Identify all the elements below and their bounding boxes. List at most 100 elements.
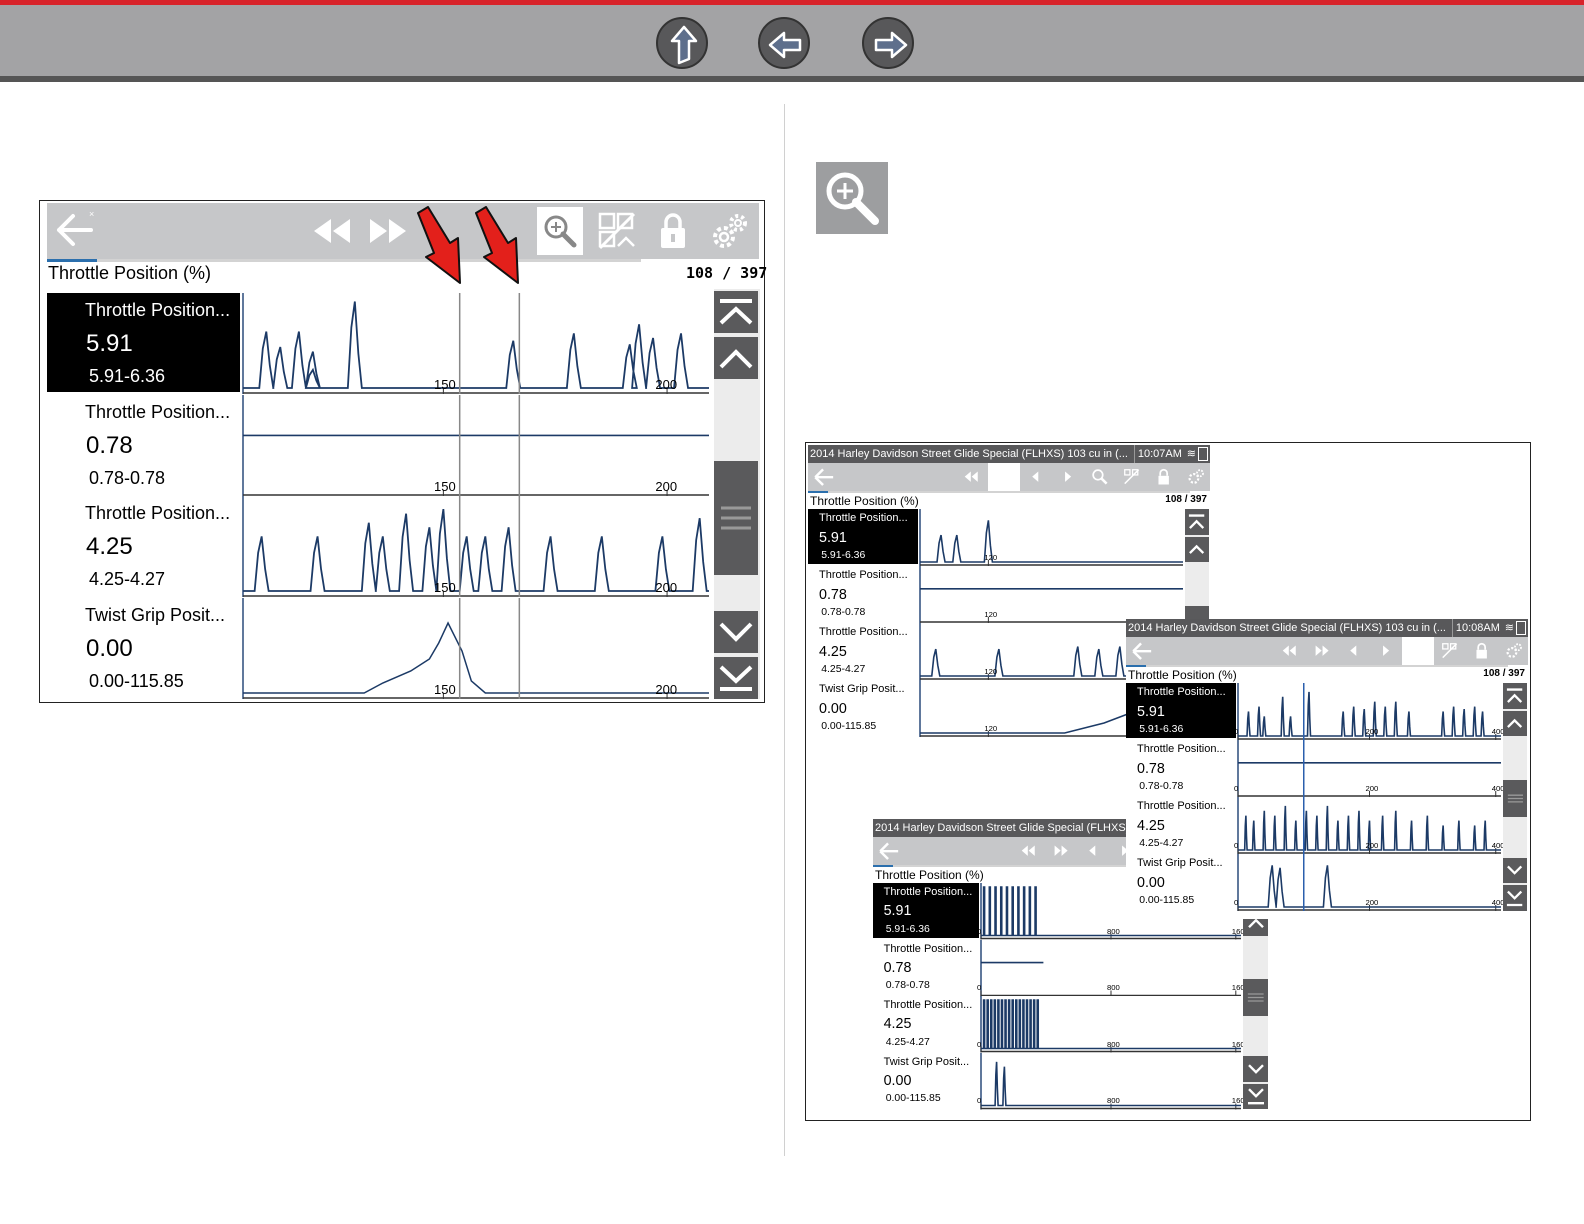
scroll-top-button[interactable]	[1503, 683, 1527, 709]
back-button[interactable]	[875, 837, 903, 865]
channel-row[interactable]: Throttle Position... 0.78 0.78-0.78 0 800 160	[873, 939, 1245, 996]
graph-scale-button[interactable]	[1116, 463, 1148, 491]
channel-trace: 0 800 160	[977, 1052, 1245, 1109]
trace-graph	[242, 496, 709, 597]
scroll-up-button[interactable]	[1185, 536, 1209, 563]
channel-row[interactable]: Twist Grip Posit... 0.00 0.00-115.85 0 200 40…	[1126, 854, 1505, 911]
graph-scale-button[interactable]	[1434, 637, 1466, 665]
fast-forward-button[interactable]	[365, 209, 411, 253]
channel-label: Throttle Position... 0.78 0.78-0.78	[808, 566, 918, 621]
fast-forward-button[interactable]	[1045, 837, 1077, 865]
channel-trace: 0 800 160	[977, 939, 1245, 996]
axis-tick-label: 0	[1234, 898, 1239, 907]
fast-forward-button[interactable]	[988, 463, 1020, 491]
scroll-up-button[interactable]	[1503, 710, 1527, 737]
channel-label: Throttle Position... 0.78 0.78-0.78	[47, 394, 240, 494]
settings-gears-icon	[713, 214, 747, 248]
fast-forward-button[interactable]	[1306, 637, 1338, 665]
rewind-button[interactable]	[309, 209, 355, 253]
header-title: Throttle Position (%)	[810, 494, 919, 508]
scroll-top-button[interactable]	[714, 291, 758, 333]
channel-label: Twist Grip Posit... 0.00 0.00-115.85	[808, 680, 918, 735]
back-button[interactable]	[1128, 637, 1156, 665]
scroll-down-button[interactable]	[1243, 1056, 1268, 1082]
rewind-icon	[314, 219, 350, 243]
toolbar	[808, 463, 1210, 491]
channel-row[interactable]: Throttle Position... 0.78 0.78-0.78 0 200 400	[1126, 740, 1505, 797]
channel-row[interactable]: Throttle Position... 0.78 0.78-0.78 120	[808, 566, 1185, 623]
zoom-button[interactable]	[537, 207, 583, 255]
step-forward-button[interactable]	[1370, 637, 1402, 665]
zoom-icon	[1092, 469, 1108, 485]
axis-tick-label: 200	[655, 580, 678, 595]
back-arrow-button[interactable]	[758, 17, 810, 69]
lock-button[interactable]	[653, 207, 693, 255]
channel-range: 0.78-0.78	[89, 467, 166, 488]
rewind-button[interactable]	[1274, 637, 1306, 665]
axis-tick-label: 0	[1234, 784, 1239, 793]
scroll-down-button[interactable]	[1503, 857, 1527, 884]
scroll-bottom-button[interactable]	[714, 657, 758, 699]
axis-tick-label: 800	[1107, 1039, 1120, 1049]
step-back-button[interactable]	[1077, 837, 1109, 865]
channel-row[interactable]: Throttle Position... 5.91 5.91-6.36 150 200	[47, 293, 712, 394]
channel-row[interactable]: Throttle Position... 5.91 5.91-6.36 120	[808, 509, 1185, 566]
step-back-button[interactable]	[1020, 463, 1052, 491]
lock-button[interactable]	[1148, 463, 1180, 491]
settings-gears-icon	[1188, 469, 1205, 485]
channel-name: Twist Grip Posit...	[85, 604, 226, 625]
channel-name: Twist Grip Posit...	[819, 683, 905, 696]
step-forward-button[interactable]	[1052, 463, 1084, 491]
grip-lines-icon	[721, 506, 751, 530]
scroll-column	[714, 289, 760, 699]
channel-row[interactable]: Twist Grip Posit... 0.00 0.00-115.85 150 200	[47, 597, 712, 699]
channel-row[interactable]: Throttle Position... 4.25 4.25-4.27 0 800 160	[873, 996, 1245, 1053]
channel-label: Throttle Position... 4.25 4.25-4.27	[808, 623, 918, 678]
settings-button[interactable]	[707, 207, 753, 255]
scroll-bottom-button[interactable]	[1243, 1083, 1268, 1109]
back-button[interactable]	[810, 463, 838, 491]
chevron-up-icon	[719, 349, 753, 369]
graph-scale-button[interactable]	[595, 207, 639, 255]
rewind-button[interactable]	[1013, 837, 1045, 865]
channel-name: Throttle Position...	[819, 626, 908, 639]
axis-tick-label: 800	[1107, 983, 1120, 992]
lock-button[interactable]	[1466, 637, 1498, 665]
main-screenshot: × Throttle Position (%) 108 / 397 Thrott…	[39, 200, 767, 703]
scroll-up-button[interactable]	[714, 337, 758, 379]
channel-label: Throttle Position... 4.25 4.25-4.27	[1126, 797, 1236, 852]
left-arrow-icon	[768, 31, 802, 59]
scroll-top-button[interactable]	[1185, 509, 1209, 535]
forward-arrow-button[interactable]	[862, 17, 914, 69]
channel-range: 4.25-4.27	[89, 569, 166, 589]
settings-gears-button[interactable]	[1498, 637, 1528, 665]
settings-gears-button[interactable]	[1180, 463, 1210, 491]
channel-row[interactable]: Twist Grip Posit... 0.00 0.00-115.85 0 800 16…	[873, 1052, 1245, 1109]
channel-row[interactable]: Throttle Position... 4.25 4.25-4.27 0 200 400	[1126, 797, 1505, 854]
channel-row[interactable]: Throttle Position... 4.25 4.25-4.27 150 200	[47, 496, 712, 597]
chevron-down-icon	[1247, 1064, 1264, 1074]
channel-range: 5.91-6.36	[89, 366, 166, 386]
channel-row[interactable]: Throttle Position... 0.78 0.78-0.78 150 200	[47, 394, 712, 496]
back-button[interactable]: ×	[51, 205, 101, 255]
channel-range: 4.25-4.27	[821, 664, 866, 676]
red-arrow-annotation	[417, 206, 519, 284]
scroll-thumb[interactable]	[1503, 779, 1527, 817]
channel-label: Throttle Position... 5.91 5.91-6.36	[873, 883, 979, 938]
scroll-bottom-button[interactable]	[1503, 885, 1527, 911]
step-forward-icon	[1065, 471, 1072, 483]
scroll-thumb[interactable]	[1243, 979, 1268, 1016]
axis-tick-label: 0	[977, 1039, 982, 1049]
scroll-down-button[interactable]	[714, 611, 758, 653]
back-arrow-icon	[1132, 642, 1151, 660]
channel-trace: 150 200	[242, 293, 709, 394]
step-back-button[interactable]	[1338, 637, 1370, 665]
rewind-button[interactable]	[956, 463, 988, 491]
wifi-icon: ≋	[1504, 622, 1514, 634]
double-chevron-up-icon	[1507, 687, 1523, 703]
up-arrow-button[interactable]	[656, 17, 708, 69]
channel-row[interactable]: Throttle Position... 5.91 5.91-6.36 0 200 400	[1126, 683, 1505, 740]
zoom-button[interactable]	[1402, 637, 1434, 665]
zoom-button[interactable]	[1084, 463, 1116, 491]
scroll-thumb[interactable]	[714, 461, 758, 575]
